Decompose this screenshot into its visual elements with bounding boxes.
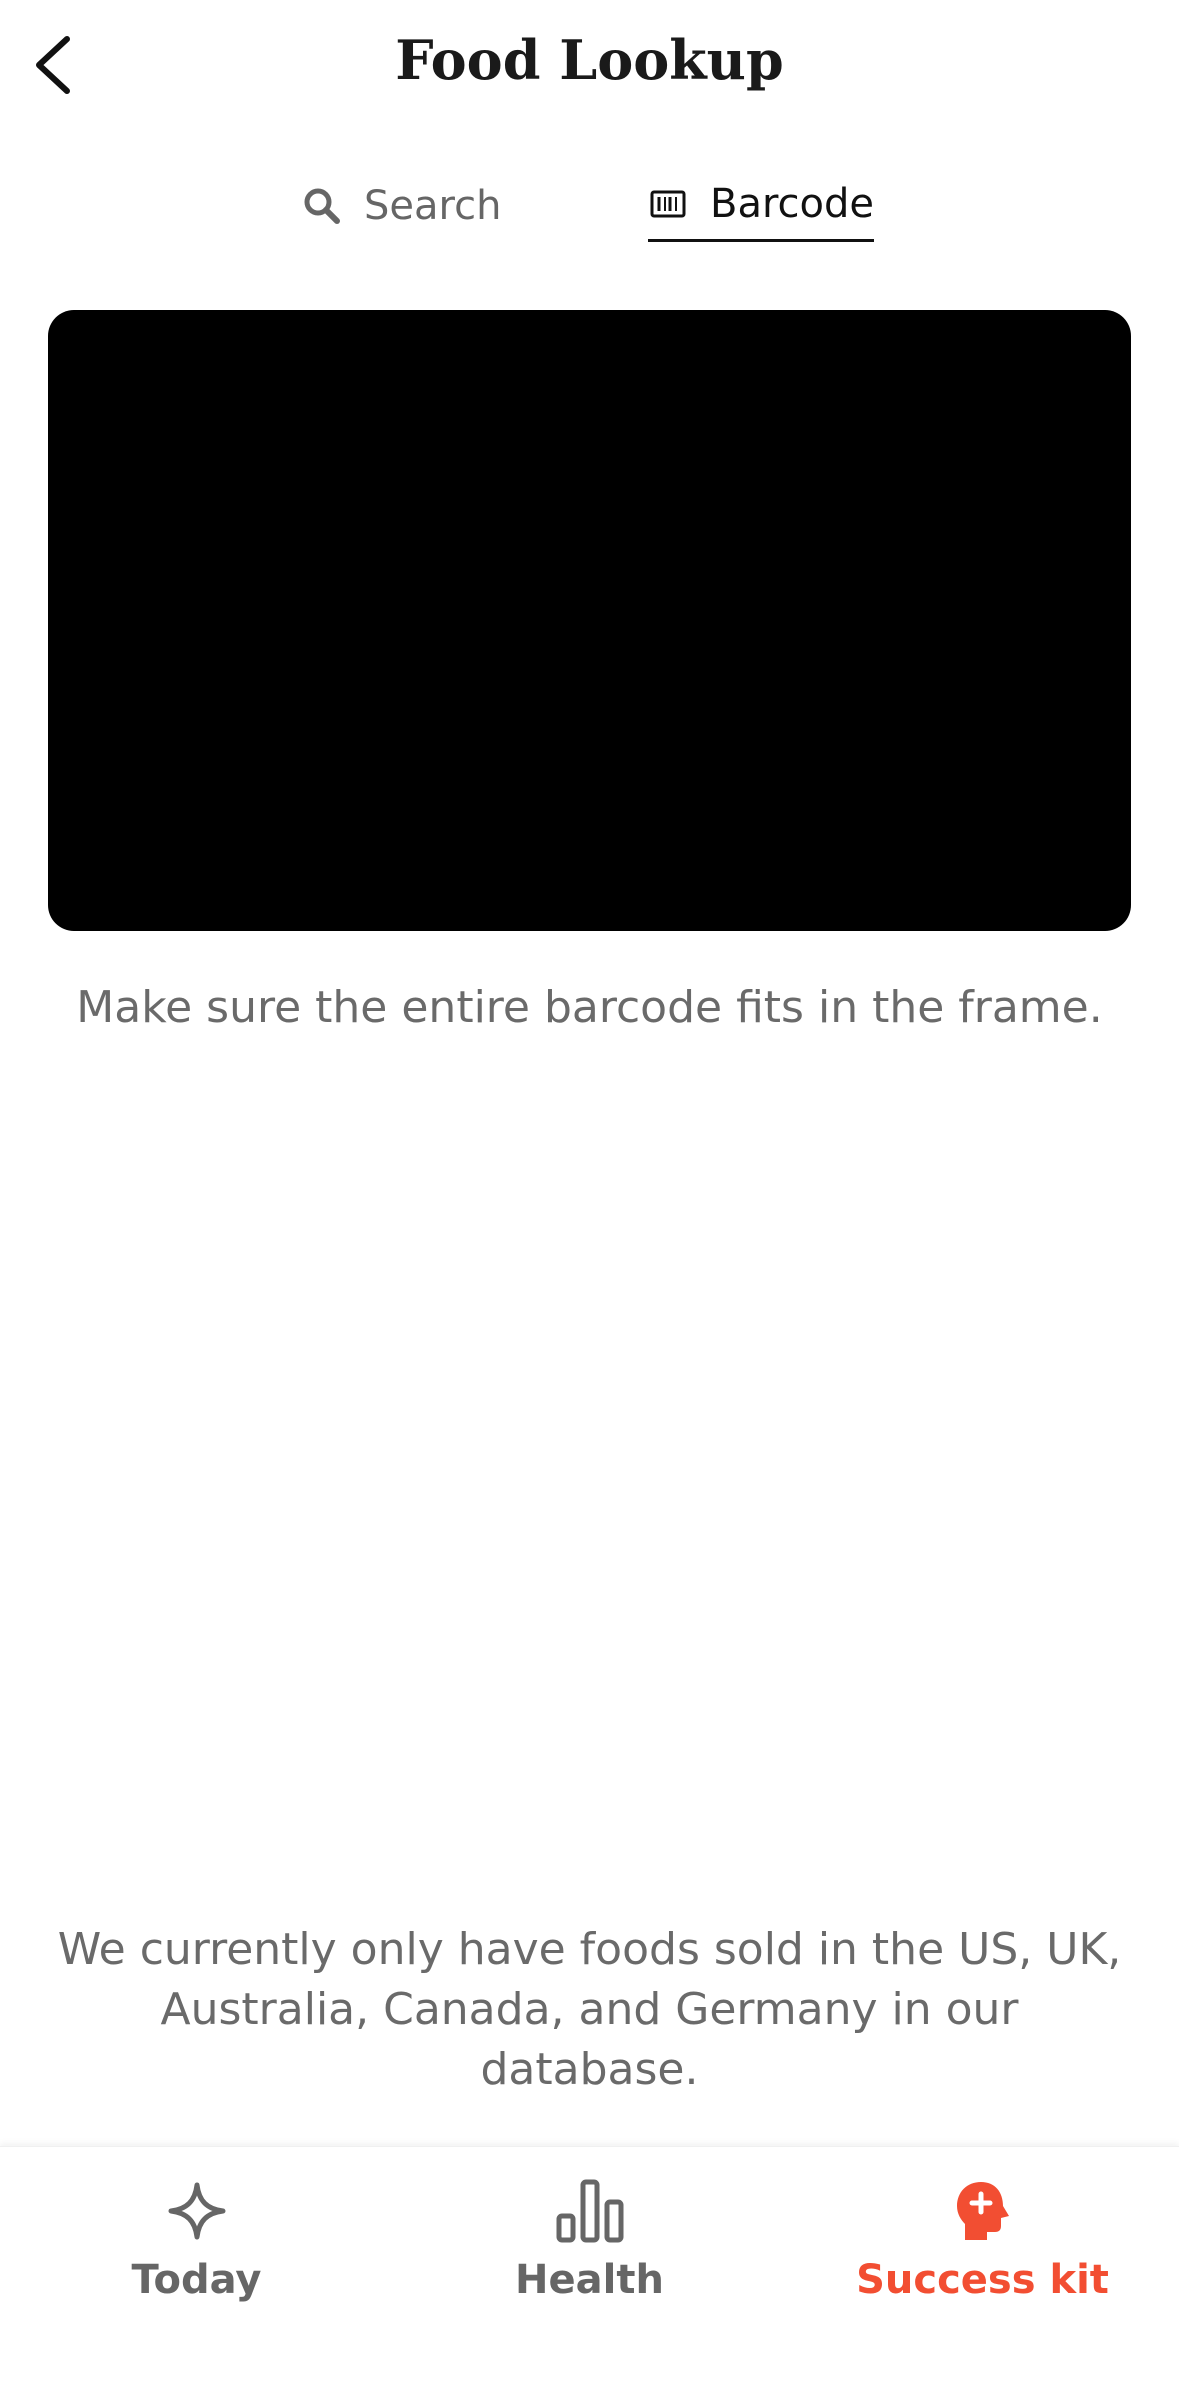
nav-item-success-kit[interactable]: Success kit	[786, 2171, 1179, 2321]
lookup-tabs: Search Barcode	[0, 170, 1179, 250]
disclaimer-line: database.	[480, 2044, 699, 2095]
nav-item-today[interactable]: Today	[0, 2171, 393, 2321]
database-disclaimer: We currently only have foods sold in the…	[40, 1920, 1139, 2100]
bar-chart-icon	[550, 2171, 630, 2251]
nav-label-success-kit: Success kit	[856, 2257, 1109, 2303]
scanner-hint: Make sure the entire barcode fits in the…	[76, 982, 1103, 1033]
tab-barcode-label: Barcode	[710, 180, 874, 227]
disclaimer-line: Australia, Canada, and Germany in our	[160, 1984, 1019, 2035]
page-title: Food Lookup	[395, 28, 784, 92]
tab-search[interactable]: Search	[302, 170, 501, 242]
barcode-icon	[648, 184, 688, 224]
bottom-nav: Today Health Success kit	[0, 2146, 1179, 2396]
disclaimer-line: We currently only have foods sold in the…	[57, 1924, 1122, 1975]
nav-label-health: Health	[515, 2257, 664, 2303]
nav-item-health[interactable]: Health	[393, 2171, 786, 2321]
sparkle-icon	[157, 2171, 237, 2251]
search-icon	[302, 186, 342, 226]
tab-barcode[interactable]: Barcode	[648, 170, 874, 242]
header: Food Lookup	[0, 0, 1179, 130]
head-plus-icon	[943, 2171, 1023, 2251]
tab-search-label: Search	[364, 183, 502, 229]
barcode-camera-view[interactable]	[48, 310, 1131, 931]
nav-label-today: Today	[131, 2257, 262, 2303]
